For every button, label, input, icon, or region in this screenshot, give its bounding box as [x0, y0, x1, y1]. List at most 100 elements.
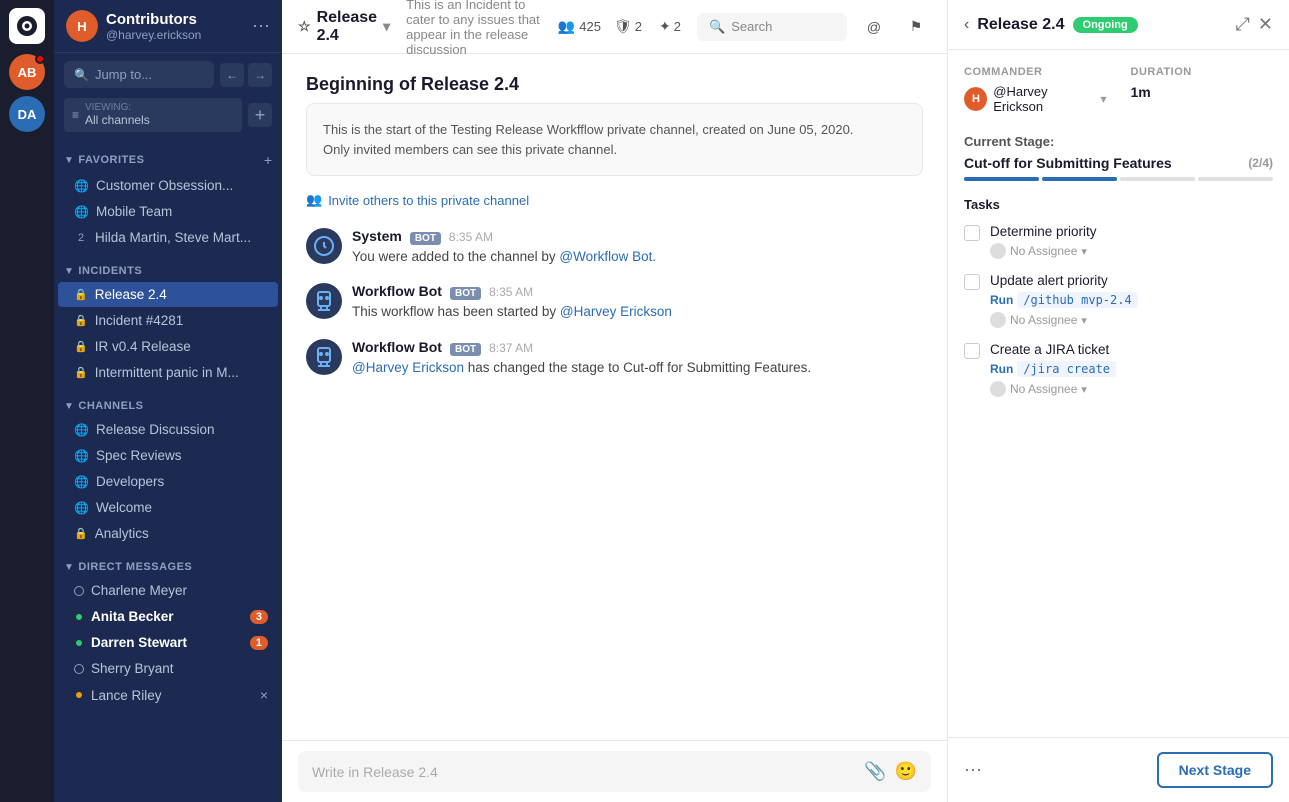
viewing-value: All channels — [85, 113, 150, 127]
incident-title: Release 2.4 — [977, 16, 1064, 34]
sidebar-dm-charlene-meyer[interactable]: Charlene Meyer — [58, 578, 278, 603]
add-channel-button[interactable]: + — [248, 103, 272, 127]
sender-name: System — [352, 228, 402, 244]
channels-title[interactable]: ▼ CHANNELS — [64, 400, 144, 412]
next-stage-button[interactable]: Next Stage — [1157, 752, 1273, 788]
assignee-chevron: ▾ — [1081, 383, 1087, 396]
invite-link[interactable]: 👥 Invite others to this private channel — [306, 192, 923, 208]
message-content: System BOT 8:35 AM You were added to the… — [352, 228, 923, 267]
back-button[interactable]: ‹ — [964, 16, 969, 34]
commander-label: Commander — [964, 66, 1107, 78]
sidebar-item-hilda-martin[interactable]: 2 Hilda Martin, Steve Mart... — [58, 225, 278, 250]
workflow-bot-avatar — [306, 283, 342, 319]
message-content: Workflow Bot BOT 8:37 AM @Harvey Erickso… — [352, 339, 923, 378]
attachment-icon[interactable]: 📎 — [864, 761, 886, 782]
incidents-title[interactable]: ▼ INCIDENTS — [64, 265, 142, 277]
sidebar: H Contributors @harvey.erickson ⋯ 🔍 Jump… — [54, 0, 282, 802]
user-avatar-da[interactable]: DA — [9, 96, 45, 132]
close-dm-icon[interactable]: × — [260, 687, 268, 703]
task-assignee[interactable]: No Assignee ▾ — [990, 312, 1273, 328]
commander-info: H @Harvey Erickson ▾ — [964, 84, 1107, 114]
members-icon: 👥 — [558, 18, 575, 35]
sidebar-more-button[interactable]: ⋯ — [252, 16, 270, 37]
flag-icon: ⚑ — [910, 18, 923, 35]
favorites-title[interactable]: ▼ FAVORITES — [64, 154, 144, 166]
forward-button[interactable]: → — [248, 63, 272, 87]
right-panel-footer: ⋯ Next Stage — [948, 737, 1289, 802]
sidebar-item-mobile-team[interactable]: 🌐 Mobile Team — [58, 199, 278, 224]
message-header: System BOT 8:35 AM — [352, 228, 923, 245]
harvey-link2[interactable]: @Harvey Erickson — [352, 360, 464, 375]
emoji-icon[interactable]: 🙂 — [895, 761, 917, 782]
sidebar-item-release-2-4[interactable]: 🔒 Release 2.4 — [58, 282, 278, 307]
task-title: Determine priority — [990, 224, 1273, 239]
channel-title[interactable]: ☆ Release 2.4 ▾ — [298, 9, 390, 45]
duration-col: Duration 1m — [1131, 66, 1274, 114]
channel-dropdown-icon[interactable]: ▾ — [383, 18, 390, 35]
jump-input-wrapper[interactable]: 🔍 Jump to... — [64, 61, 214, 88]
sidebar-dm-darren-stewart[interactable]: Darren Stewart 1 — [58, 630, 278, 655]
dm-title[interactable]: ▼ DIRECT MESSAGES — [64, 561, 192, 573]
sidebar-dm-lance-riley[interactable]: Lance Riley × — [58, 682, 278, 708]
task-item: Create a JIRA ticket Run /jira create No… — [964, 342, 1273, 397]
globe-icon: 🌐 — [74, 423, 89, 437]
sidebar-item-spec-reviews[interactable]: 🌐 Spec Reviews — [58, 443, 278, 468]
jump-to-bar: 🔍 Jump to... ← → — [54, 53, 282, 96]
close-panel-button[interactable]: ✕ — [1258, 14, 1273, 35]
star-button[interactable]: ✦ 2 — [655, 12, 685, 42]
task-checkbox[interactable] — [964, 225, 980, 241]
members-count[interactable]: 👥 425 — [558, 18, 601, 35]
task-checkbox[interactable] — [964, 274, 980, 290]
unread-badge: 3 — [250, 610, 268, 624]
sidebar-dm-anita-becker[interactable]: Anita Becker 3 — [58, 604, 278, 629]
sidebar-item-intermittent-panic[interactable]: 🔒 Intermittent panic in M... — [58, 360, 278, 385]
task-assignee[interactable]: No Assignee ▾ — [990, 381, 1273, 397]
sidebar-item-welcome[interactable]: 🌐 Welcome — [58, 495, 278, 520]
flag-button[interactable]: ⚑ — [901, 12, 931, 42]
tasks-section: Tasks Determine priority No Assignee ▾ — [964, 197, 1273, 397]
bot-badge: BOT — [450, 287, 481, 300]
globe-icon: 🌐 — [74, 449, 89, 463]
back-button[interactable]: ← — [220, 63, 244, 87]
app-logo[interactable] — [9, 8, 45, 44]
team-name[interactable]: Contributors — [106, 11, 244, 28]
progress-segment — [1042, 177, 1117, 181]
task-checkbox[interactable] — [964, 343, 980, 359]
expand-button[interactable]: ⤢ — [1236, 14, 1250, 35]
shield-button[interactable]: 🛡 2 — [613, 12, 643, 42]
sidebar-item-ir-v04[interactable]: 🔒 IR v0.4 Release — [58, 334, 278, 359]
sidebar-dm-sherry-bryant[interactable]: Sherry Bryant — [58, 656, 278, 681]
sidebar-item-release-discussion[interactable]: 🌐 Release Discussion — [58, 417, 278, 442]
sidebar-item-incident-4281[interactable]: 🔒 Incident #4281 — [58, 308, 278, 333]
harvey-link[interactable]: @Harvey Erickson — [560, 304, 672, 319]
message-time: 8:35 AM — [489, 285, 533, 299]
favorites-more[interactable]: + — [264, 152, 272, 168]
at-button[interactable]: @ — [859, 12, 889, 42]
right-panel-body: Commander H @Harvey Erickson ▾ Duration … — [948, 50, 1289, 737]
workflow-bot-link[interactable]: @Workflow Bot. — [559, 249, 656, 264]
jump-placeholder: Jump to... — [95, 67, 152, 82]
tasks-label: Tasks — [964, 197, 1273, 212]
more-options-button[interactable]: ⋯ — [964, 760, 982, 781]
task-run: Run /github mvp-2.4 — [990, 292, 1273, 308]
sidebar-item-analytics[interactable]: 🔒 Analytics — [58, 521, 278, 546]
run-label[interactable]: Run — [990, 362, 1013, 376]
current-stage-section: Current Stage: Cut-off for Submitting Fe… — [964, 134, 1273, 181]
assignee-dot — [990, 312, 1006, 328]
viewing-selector[interactable]: ≡ VIEWING: All channels — [64, 98, 242, 132]
commander-name[interactable]: @Harvey Erickson ▾ — [993, 84, 1106, 114]
sidebar-item-developers[interactable]: 🌐 Developers — [58, 469, 278, 494]
run-code: /github mvp-2.4 — [1017, 292, 1137, 308]
run-label[interactable]: Run — [990, 293, 1013, 307]
chat-message: Workflow Bot BOT 8:35 AM This workflow h… — [306, 283, 923, 322]
chat-input[interactable] — [312, 764, 856, 780]
sender-name: Workflow Bot — [352, 283, 442, 299]
invite-icon: 👥 — [306, 192, 322, 208]
status-indicator — [74, 664, 84, 674]
task-assignee[interactable]: No Assignee ▾ — [990, 243, 1273, 259]
user-avatar-ab[interactable]: AB — [9, 54, 45, 90]
search-bar[interactable]: 🔍 Search — [697, 13, 847, 41]
header-right: 👥 425 🛡 2 ✦ 2 🔍 Search @ ⚑ — [558, 12, 931, 42]
sidebar-item-customer-obsession[interactable]: 🌐 Customer Obsession... — [58, 173, 278, 198]
message-content: Workflow Bot BOT 8:35 AM This workflow h… — [352, 283, 923, 322]
